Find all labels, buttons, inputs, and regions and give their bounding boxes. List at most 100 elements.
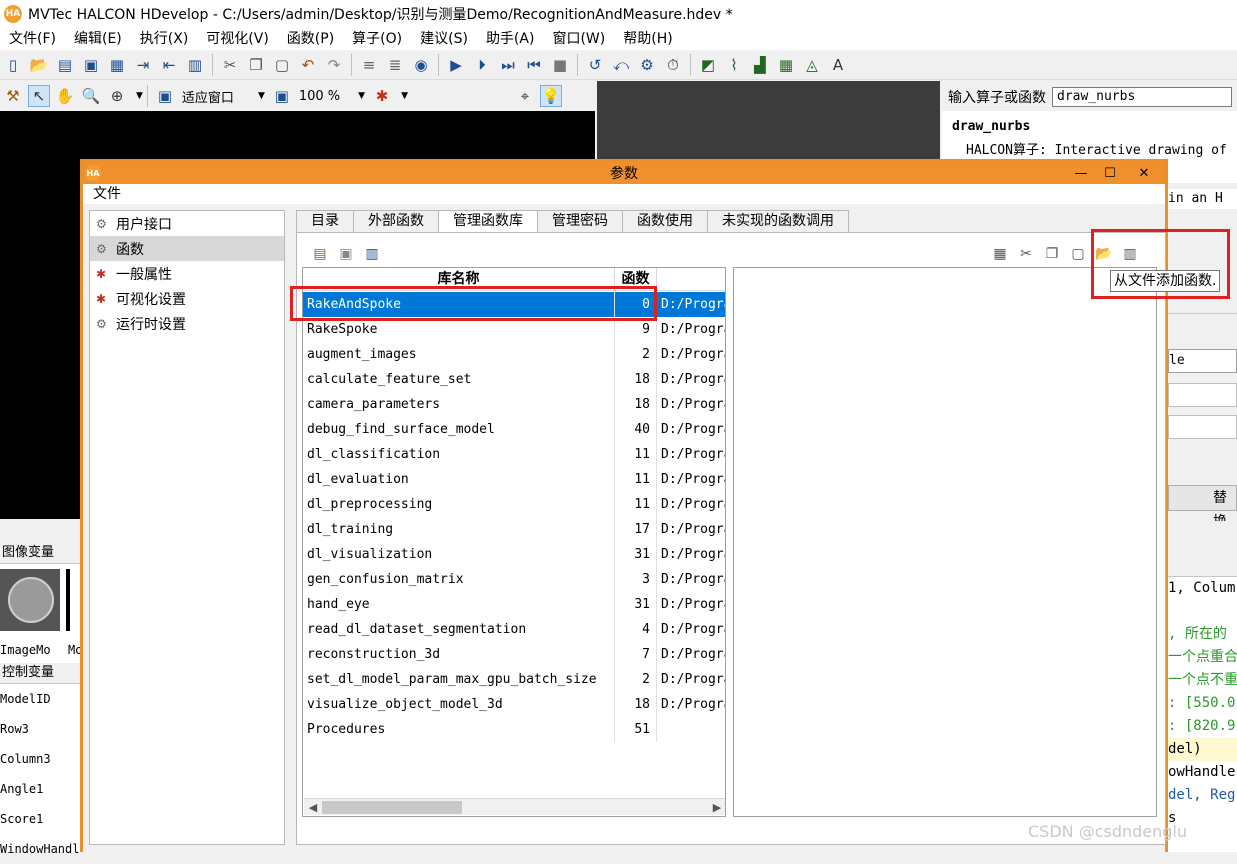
uncomment-icon[interactable]: ≣ xyxy=(384,54,406,76)
gray-histogram-icon[interactable]: ◩ xyxy=(697,54,719,76)
export-icon[interactable]: ⇥ xyxy=(132,54,154,76)
table-row[interactable]: set_dl_model_param_max_gpu_batch_size 2 D:… xyxy=(303,667,725,692)
chevron-down-icon[interactable]: ▼ xyxy=(136,91,143,101)
library-procedures-list[interactable] xyxy=(733,267,1157,817)
menu-edit[interactable]: 编辑(E) xyxy=(65,28,131,50)
new-file-icon[interactable]: ▯ xyxy=(2,54,24,76)
dialog-menu-file[interactable]: 文件 xyxy=(83,184,1165,204)
tab-procedure-usage[interactable]: 函数使用 xyxy=(622,210,708,232)
copy-icon[interactable]: ❐ xyxy=(1041,243,1063,265)
table-row[interactable]: visualize_object_model_3d 18 D:/Progra xyxy=(303,692,725,717)
zoom-combo[interactable]: 100 % ▼ xyxy=(295,85,369,107)
table-row[interactable]: dl_visualization 31 D:/Progra xyxy=(303,542,725,567)
image-thumbnail[interactable] xyxy=(0,569,60,631)
scroll-left-icon[interactable]: ◀ xyxy=(304,799,322,816)
paste-icon[interactable]: ▢ xyxy=(1067,243,1089,265)
save-library-icon[interactable]: ▣ xyxy=(335,243,357,265)
nav-general-options[interactable]: ✱ 一般属性 xyxy=(90,261,284,286)
print-icon[interactable]: ▦ xyxy=(106,54,128,76)
undo-icon[interactable]: ↶ xyxy=(297,54,319,76)
histogram-icon[interactable]: ▟ xyxy=(749,54,771,76)
library-icon[interactable]: ▥ xyxy=(184,54,206,76)
control-variable[interactable]: Score1 xyxy=(0,804,82,834)
table-row[interactable]: dl_preprocessing 11 D:/Progra xyxy=(303,492,725,517)
pointer-icon[interactable]: ↖ xyxy=(28,85,50,107)
color-palette-icon[interactable]: ✱ xyxy=(371,85,393,107)
bulb-icon[interactable]: 💡 xyxy=(540,85,563,107)
comment-icon[interactable]: ≡ xyxy=(358,54,380,76)
tab-external-procedures[interactable]: 外部函数 xyxy=(353,210,439,232)
horizontal-scrollbar[interactable]: ◀ ▶ xyxy=(304,798,725,816)
menu-assistants[interactable]: 助手(A) xyxy=(477,28,544,50)
region-features-icon[interactable]: ▦ xyxy=(775,54,797,76)
timer-icon[interactable]: ⏱ xyxy=(662,54,684,76)
table-row[interactable]: augment_images 2 D:/Progra xyxy=(303,342,725,367)
table-row[interactable]: Procedures 51 xyxy=(303,717,725,742)
line-profile-icon[interactable]: ⌇ xyxy=(723,54,745,76)
nav-runtime-settings[interactable]: ⚙ 运行时设置 xyxy=(90,311,284,336)
save-icon[interactable]: ▣ xyxy=(80,54,102,76)
chevron-down-icon[interactable]: ▼ xyxy=(401,91,408,101)
parameter-field[interactable] xyxy=(1168,383,1237,407)
scrollbar-thumb[interactable] xyxy=(322,801,462,814)
step-into-icon[interactable]: ⏭ xyxy=(497,54,519,76)
open-file-icon[interactable]: 📂 xyxy=(28,54,50,76)
stop-icon[interactable]: ■ xyxy=(549,54,571,76)
close-icon[interactable]: ✕ xyxy=(1129,162,1159,184)
table-row[interactable]: reconstruction_3d 7 D:/Progra xyxy=(303,642,725,667)
run-icon[interactable]: ▶ xyxy=(445,54,467,76)
parameter-field-fragment[interactable]: le xyxy=(1168,349,1237,373)
nav-procedures[interactable]: ⚙ 函数 xyxy=(90,236,284,261)
export-library-icon[interactable]: ▥ xyxy=(361,243,383,265)
menu-file[interactable]: 文件(F) xyxy=(0,28,65,50)
pan-hand-icon[interactable]: ✋ xyxy=(54,85,76,107)
feature-histogram-icon[interactable]: ◬ xyxy=(801,54,823,76)
table-row[interactable]: gen_confusion_matrix 3 D:/Progra xyxy=(303,567,725,592)
tab-manage-passwords[interactable]: 管理密码 xyxy=(537,210,623,232)
table-row[interactable]: debug_find_surface_model 40 D:/Progra xyxy=(303,417,725,442)
minimize-icon[interactable]: — xyxy=(1066,162,1096,184)
magnify-icon[interactable]: 🔍 xyxy=(80,85,102,107)
zoom-icon[interactable]: ⊕ xyxy=(106,85,128,107)
maximize-icon[interactable]: ☐ xyxy=(1095,162,1125,184)
tab-unimplemented-calls[interactable]: 未实现的函数调用 xyxy=(707,210,849,232)
tab-directories[interactable]: 目录 xyxy=(296,210,354,232)
table-row[interactable]: calculate_feature_set 18 D:/Progra xyxy=(303,367,725,392)
control-variable[interactable]: Row3 xyxy=(0,714,82,744)
operator-search-input[interactable]: draw_nurbs xyxy=(1052,87,1232,107)
paste-icon[interactable]: ▢ xyxy=(271,54,293,76)
step-over-icon[interactable]: ⏵ xyxy=(471,54,493,76)
reset-icon[interactable]: ↺ xyxy=(584,54,606,76)
open-library-icon[interactable]: ▤ xyxy=(309,243,331,265)
control-variable[interactable]: Column3 xyxy=(0,744,82,774)
import-icon[interactable]: ⇤ xyxy=(158,54,180,76)
add-procedure-icon[interactable]: ▦ xyxy=(989,243,1011,265)
menu-operators[interactable]: 算子(O) xyxy=(343,28,411,50)
replace-button[interactable]: 替换 xyxy=(1168,485,1237,521)
cut-icon[interactable]: ✂ xyxy=(1015,243,1037,265)
menu-procedures[interactable]: 函数(P) xyxy=(278,28,343,50)
menu-help[interactable]: 帮助(H) xyxy=(614,28,681,50)
copy-icon[interactable]: ❐ xyxy=(245,54,267,76)
tab-manage-libraries[interactable]: 管理函数库 xyxy=(438,210,538,232)
reset-program-icon[interactable]: ⤺ xyxy=(610,54,632,76)
redo-icon[interactable]: ↷ xyxy=(323,54,345,76)
step-out-icon[interactable]: ⏮ xyxy=(523,54,545,76)
control-variable[interactable]: ModelID xyxy=(0,684,82,714)
fit-window-icon[interactable]: ▣ xyxy=(154,85,176,107)
nav-visualization-settings[interactable]: ✱ 可视化设置 xyxy=(90,286,284,311)
parameter-field[interactable] xyxy=(1168,415,1237,439)
control-variable[interactable]: WindowHandl xyxy=(0,834,82,864)
menu-window[interactable]: 窗口(W) xyxy=(543,28,614,50)
table-row[interactable]: dl_classification 11 D:/Progra xyxy=(303,442,725,467)
table-row[interactable]: dl_evaluation 11 D:/Progra xyxy=(303,467,725,492)
scroll-right-icon[interactable]: ▶ xyxy=(708,799,725,816)
table-row[interactable]: dl_training 17 D:/Progra xyxy=(303,517,725,542)
ocr-icon[interactable]: A xyxy=(827,54,849,76)
table-row[interactable]: hand_eye 31 D:/Progra xyxy=(303,592,725,617)
cut-icon[interactable]: ✂ xyxy=(219,54,241,76)
table-row[interactable]: camera_parameters 18 D:/Progra xyxy=(303,392,725,417)
wand-icon[interactable]: ⚒ xyxy=(2,85,24,107)
find-icon[interactable]: ◉ xyxy=(410,54,432,76)
program-editor[interactable]: 1, Colum , 所在的 一个点重合 一个点不重 : [550.0 : [8… xyxy=(1168,521,1237,852)
